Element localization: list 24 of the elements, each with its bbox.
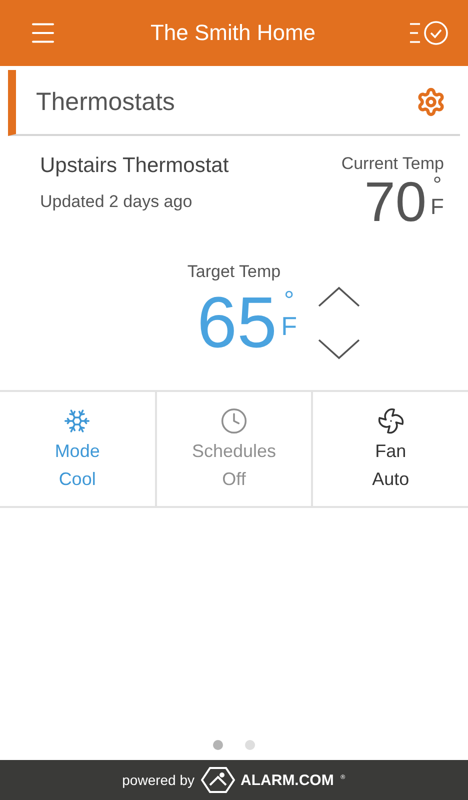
thermostat-name: Upstairs Thermostat [40,154,229,178]
decrease-button[interactable] [316,338,361,360]
increase-button[interactable] [316,286,361,308]
degree-symbol: ° [284,287,294,313]
unit-label: F [430,196,444,218]
powered-by-text: powered by [122,772,195,788]
page-dot[interactable] [245,740,255,750]
target-temp-value: 65 [197,287,278,359]
degree-symbol: ° [432,174,442,196]
current-temp-label: Current Temp [341,154,444,174]
page-dot[interactable] [213,740,223,750]
updated-text: Updated 2 days ago [40,192,192,212]
unit-label: F [281,313,297,339]
clock-icon [220,407,248,435]
brand-name: ALARM.COM [240,772,334,788]
fan-icon [376,407,405,435]
header-title: The Smith Home [150,20,316,46]
section-title: Thermostats [36,88,175,116]
snowflake-icon [63,407,92,435]
logo-icon [200,766,235,794]
settings-button[interactable] [416,87,446,117]
current-temp-value: 70 [364,174,427,230]
target-temp-label: Target Temp [187,262,281,282]
checklist-clock-button[interactable] [408,18,450,48]
